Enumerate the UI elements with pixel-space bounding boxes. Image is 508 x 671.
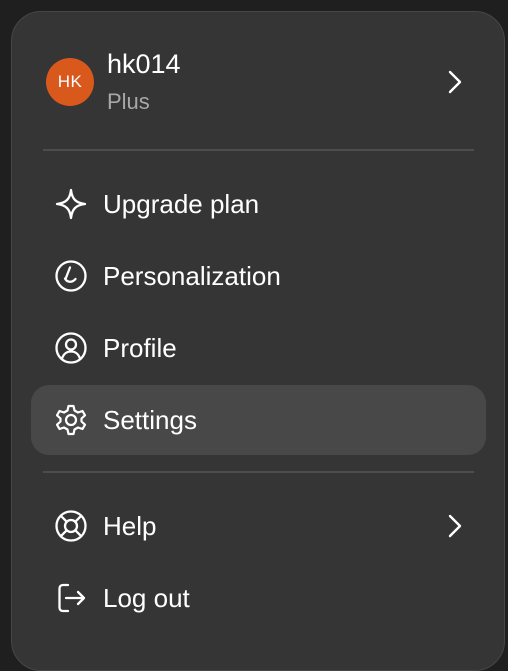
gear-icon <box>53 402 89 438</box>
lifebuoy-icon <box>53 508 89 544</box>
account-header[interactable]: HK hk014 Plus <box>12 12 504 150</box>
username: hk014 <box>107 49 181 79</box>
menu-item-label: Upgrade plan <box>103 189 260 219</box>
personalization-icon <box>53 258 89 294</box>
divider <box>43 471 474 473</box>
menu-item-label: Settings <box>103 405 197 435</box>
menu-item-log-out[interactable]: Log out <box>31 563 486 633</box>
menu-item-label: Help <box>103 511 157 541</box>
logout-icon <box>53 580 89 616</box>
chevron-right-icon <box>445 68 465 96</box>
chevron-right-icon <box>445 512 465 540</box>
menu-item-profile[interactable]: Profile <box>31 313 486 383</box>
plan-label: Plus <box>107 89 150 114</box>
menu-item-upgrade-plan[interactable]: Upgrade plan <box>31 169 486 239</box>
avatar: HK <box>46 58 94 106</box>
account-menu: HK hk014 Plus Upgrade plan Personalizati… <box>11 11 505 671</box>
divider <box>43 149 474 151</box>
sparkle-icon <box>53 186 89 222</box>
menu-item-label: Personalization <box>103 261 281 291</box>
menu-item-settings[interactable]: Settings <box>31 385 486 455</box>
menu-item-label: Profile <box>103 333 177 363</box>
menu-item-label: Log out <box>103 583 190 613</box>
user-circle-icon <box>53 330 89 366</box>
menu-item-help[interactable]: Help <box>31 491 486 561</box>
menu-item-personalization[interactable]: Personalization <box>31 241 486 311</box>
